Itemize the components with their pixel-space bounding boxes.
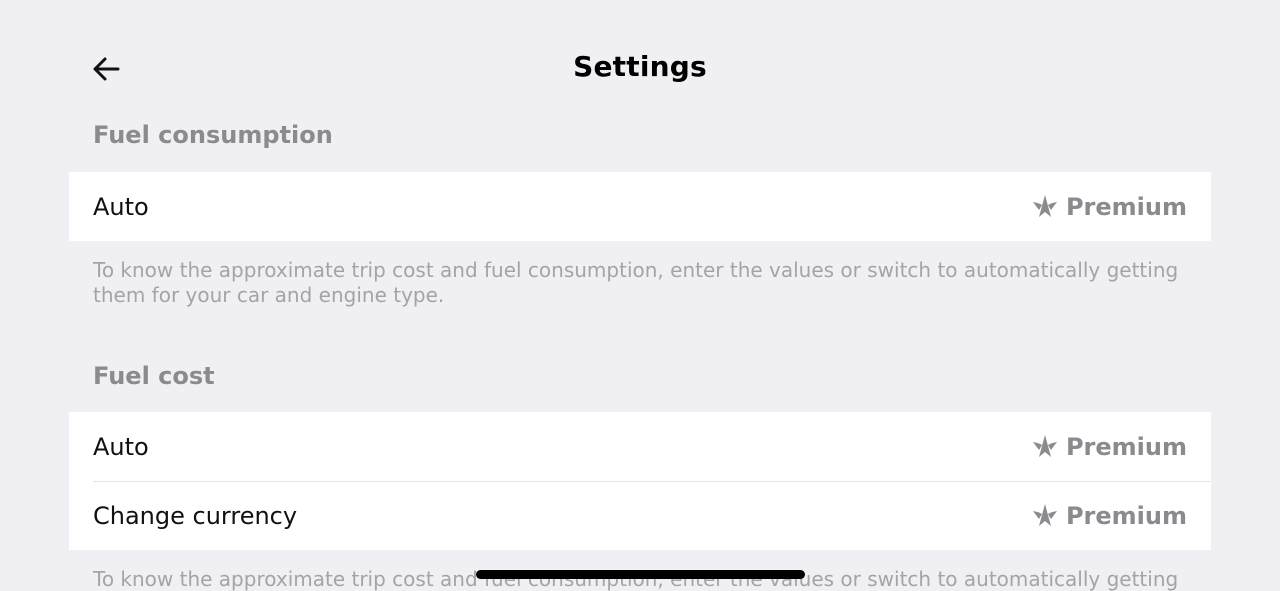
premium-badge: Premium	[1030, 433, 1187, 461]
section-title-fuel-consumption: Fuel consumption	[93, 121, 333, 149]
section-title-fuel-cost: Fuel cost	[93, 362, 215, 390]
change-currency-row[interactable]: Change currency Premium	[69, 481, 1211, 550]
fuel-consumption-hint: To know the approximate trip cost and fu…	[93, 258, 1179, 307]
fuel-consumption-auto-row[interactable]: Auto Premium	[69, 172, 1211, 241]
premium-label: Premium	[1065, 192, 1187, 221]
premium-label: Premium	[1065, 501, 1187, 530]
header: Settings	[0, 0, 1280, 120]
row-label: Auto	[93, 192, 149, 221]
row-label: Change currency	[93, 501, 298, 530]
premium-star-icon	[1032, 503, 1057, 526]
fuel-cost-card: Auto Premium Change currency Premium	[69, 412, 1211, 550]
premium-star-icon	[1032, 434, 1057, 457]
page-title: Settings	[573, 50, 707, 83]
premium-badge: Premium	[1030, 193, 1187, 221]
premium-star-icon	[1032, 194, 1057, 217]
fuel-consumption-card: Auto Premium	[69, 172, 1211, 241]
home-indicator[interactable]	[476, 570, 805, 579]
fuel-cost-auto-row[interactable]: Auto Premium	[69, 412, 1211, 481]
premium-label: Premium	[1065, 432, 1187, 461]
settings-screen: Settings Fuel consumption Auto Premium T…	[0, 0, 1280, 591]
row-label: Auto	[93, 432, 149, 461]
premium-badge: Premium	[1030, 502, 1187, 530]
